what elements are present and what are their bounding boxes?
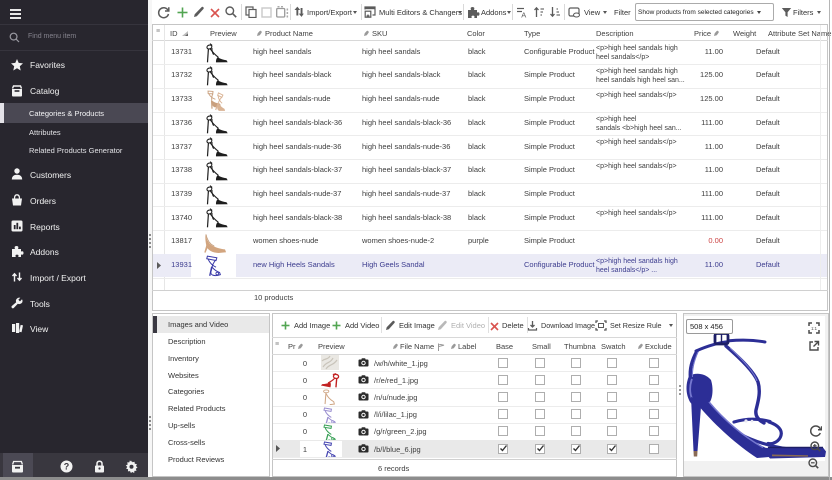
svg-text:?: ? <box>64 462 70 472</box>
svg-text:A: A <box>521 11 526 19</box>
svg-text:1:1: 1:1 <box>811 326 817 331</box>
